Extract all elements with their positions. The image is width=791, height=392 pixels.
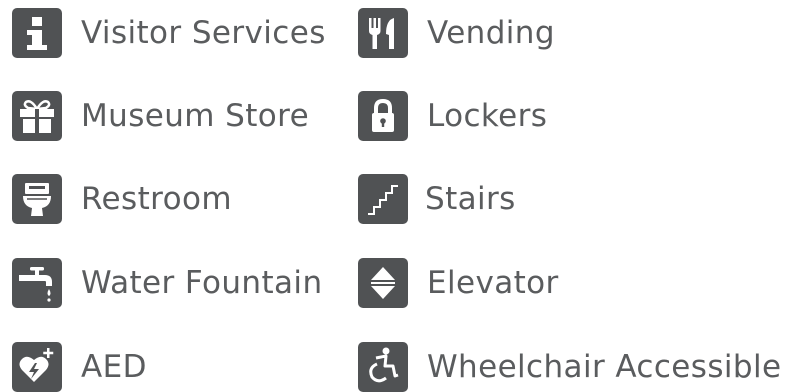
legend-label: Water Fountain — [81, 265, 323, 301]
legend-label: Museum Store — [81, 98, 310, 134]
amenities-legend: Visitor Services Vending Museum Store Lo… — [0, 0, 791, 392]
aed-heart-icon — [12, 342, 62, 392]
info-icon — [12, 8, 62, 58]
legend-label: Stairs — [425, 181, 516, 217]
legend-label: Vending — [427, 15, 555, 51]
legend-label: Restroom — [81, 181, 232, 217]
legend-label: Visitor Services — [81, 15, 326, 51]
legend-label: Wheelchair Accessible — [427, 349, 782, 385]
legend-label: Elevator — [427, 265, 559, 301]
gift-icon — [12, 91, 62, 141]
fork-knife-icon — [358, 8, 408, 58]
legend-label: AED — [81, 349, 147, 385]
legend-label: Lockers — [427, 98, 548, 134]
elevator-icon — [358, 258, 408, 308]
toilet-icon — [12, 174, 62, 224]
lock-icon — [358, 91, 408, 141]
stairs-icon — [358, 174, 408, 224]
water-fountain-icon — [12, 258, 62, 308]
wheelchair-icon — [358, 342, 408, 392]
